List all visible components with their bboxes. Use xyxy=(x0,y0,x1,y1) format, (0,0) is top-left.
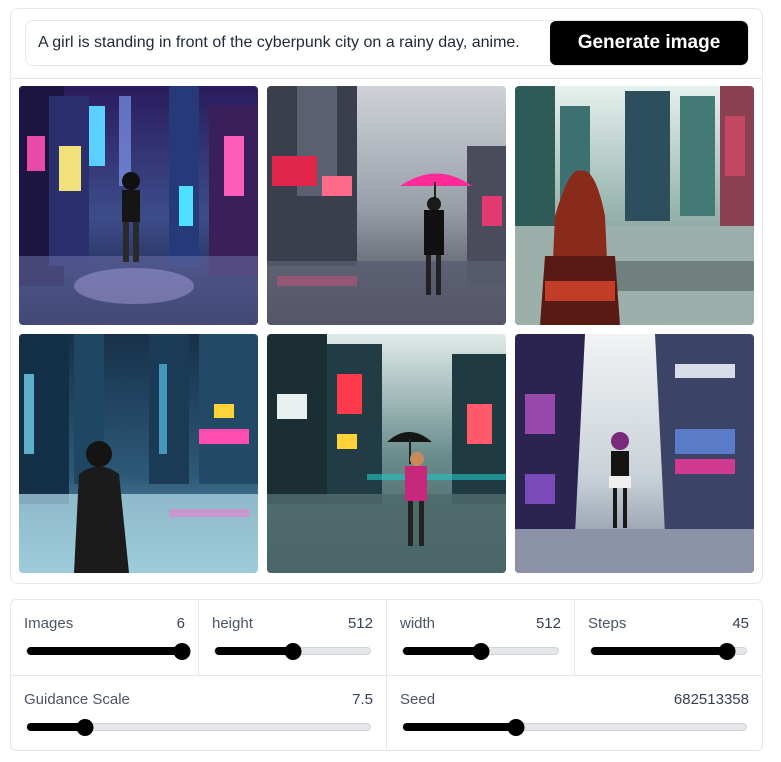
slider-handle[interactable] xyxy=(718,643,736,660)
divider xyxy=(11,78,762,79)
slider-fill xyxy=(27,647,182,655)
slider-fill xyxy=(591,647,728,655)
seed-slider[interactable] xyxy=(402,719,747,736)
generated-image-5[interactable] xyxy=(267,334,506,573)
width-slider[interactable] xyxy=(402,643,559,660)
images-slider[interactable] xyxy=(26,643,191,660)
steps-label: Steps xyxy=(588,615,627,632)
slider-handle[interactable] xyxy=(76,719,94,736)
seed-value: 682513358 xyxy=(673,691,749,708)
guidance-scale-slider[interactable] xyxy=(26,719,371,736)
guidance-scale-slider-cell: Guidance Scale 7.5 xyxy=(11,676,386,750)
steps-slider[interactable] xyxy=(590,643,747,660)
slider-handle[interactable] xyxy=(173,643,191,660)
height-slider-cell: height 512 xyxy=(199,600,386,675)
height-slider[interactable] xyxy=(214,643,371,660)
generated-image-1[interactable] xyxy=(19,86,258,325)
width-label: width xyxy=(400,615,436,632)
generated-image-6[interactable] xyxy=(515,334,754,573)
width-slider-cell: width 512 xyxy=(387,600,574,675)
images-value: 6 xyxy=(176,615,185,632)
height-label: height xyxy=(212,615,253,632)
steps-value: 45 xyxy=(732,615,749,632)
slider-handle[interactable] xyxy=(284,643,301,660)
seed-label: Seed xyxy=(400,691,436,708)
generate-image-button[interactable]: Generate image xyxy=(550,21,748,65)
slider-handle[interactable] xyxy=(507,719,525,736)
generator-card: Generate image xyxy=(10,8,763,584)
slider-fill xyxy=(215,647,293,655)
slider-handle[interactable] xyxy=(472,643,489,660)
width-value: 512 xyxy=(535,615,561,632)
slider-fill xyxy=(403,647,481,655)
images-slider-cell: Images 6 xyxy=(11,600,198,675)
images-label: Images xyxy=(24,615,74,632)
steps-slider-cell: Steps 45 xyxy=(575,600,762,675)
height-value: 512 xyxy=(347,615,373,632)
seed-slider-cell: Seed 682513358 xyxy=(387,676,762,750)
generated-image-2[interactable] xyxy=(267,86,506,325)
prompt-input[interactable] xyxy=(26,21,550,65)
prompt-bar: Generate image xyxy=(25,20,749,66)
settings-panel: Images 6 height 512 width 512 Steps 45 G… xyxy=(10,599,763,751)
generated-image-3[interactable] xyxy=(515,86,754,325)
slider-fill xyxy=(403,723,517,731)
generated-image-4[interactable] xyxy=(19,334,258,573)
guidance-scale-value: 7.5 xyxy=(352,691,373,708)
image-gallery xyxy=(19,86,754,573)
guidance-scale-label: Guidance Scale xyxy=(24,691,130,708)
